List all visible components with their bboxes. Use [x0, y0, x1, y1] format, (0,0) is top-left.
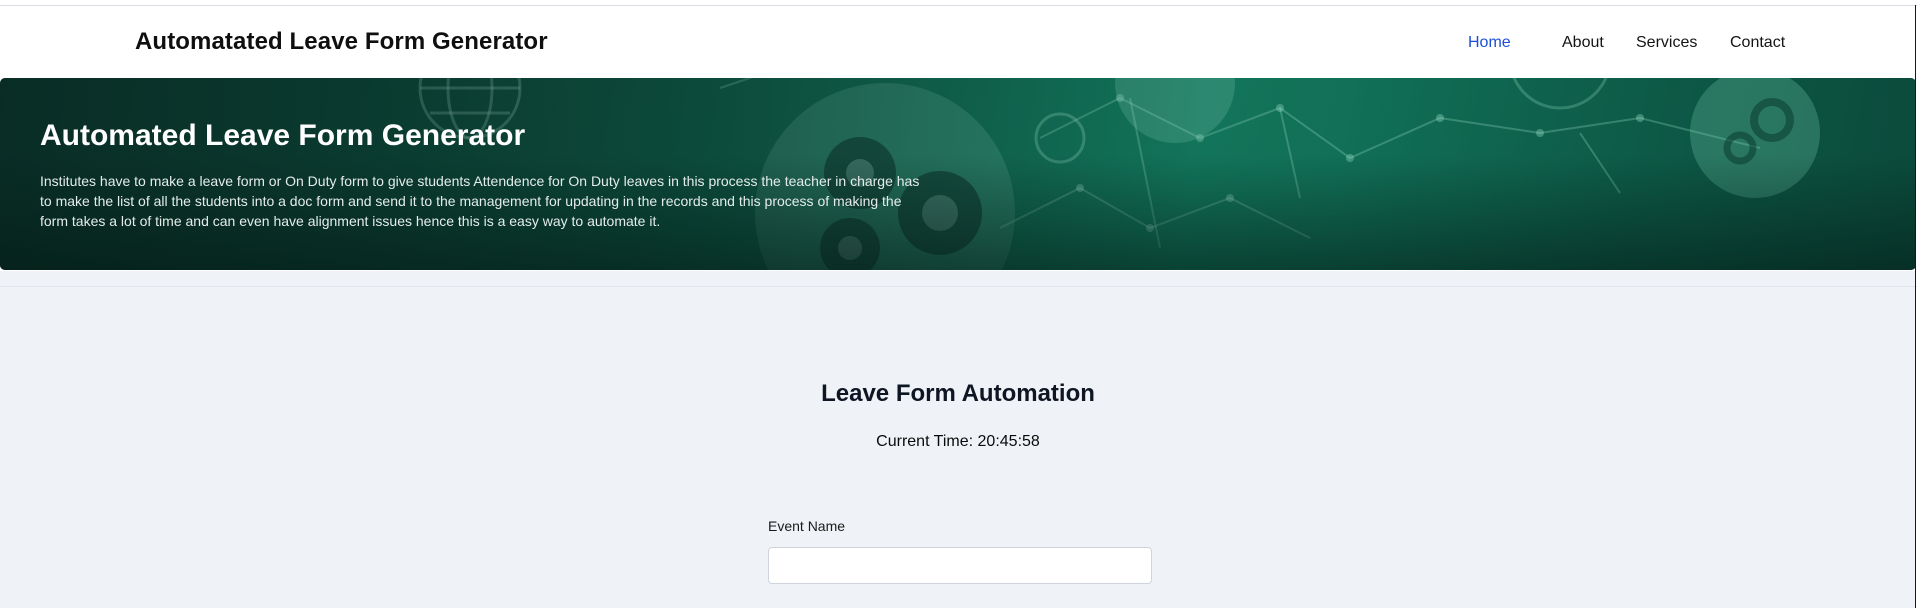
nav-links: Home About Services Contact — [0, 34, 1915, 58]
event-name-label: Event Name — [768, 518, 846, 534]
nav-about-link[interactable]: About — [1562, 34, 1604, 52]
nav-contact-link[interactable]: Contact — [1730, 34, 1785, 52]
hero-description: Institutes have to make a leave form or … — [40, 173, 920, 229]
window-edge — [1915, 5, 1916, 608]
section-title: Leave Form Automation — [821, 380, 1095, 407]
nav-services-link[interactable]: Services — [1636, 34, 1697, 52]
event-name-input[interactable] — [768, 547, 1152, 584]
hero-title: Automated Leave Form Generator — [40, 119, 526, 152]
hero-banner: Automated Leave Form Generator Institute… — [0, 78, 1916, 270]
main-content: Leave Form Automation Current Time: 20:4… — [0, 271, 1916, 608]
section-divider — [0, 286, 1917, 287]
current-time: Current Time: 20:45:58 — [876, 433, 1040, 450]
nav-home-link[interactable]: Home — [1468, 34, 1511, 52]
navbar: Automatated Leave Form Generator Home Ab… — [0, 6, 1915, 78]
